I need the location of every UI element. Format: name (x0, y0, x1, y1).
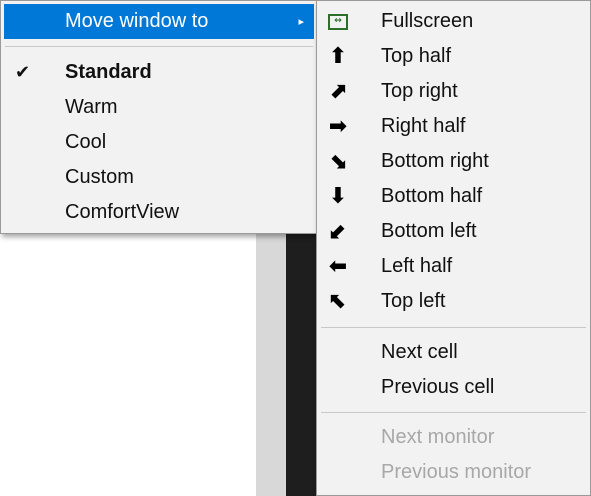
submenu-item-top-half[interactable]: ⬆ Top half (317, 39, 590, 74)
move-window-submenu: ↔ Fullscreen ⬆ Top half ⬈ Top right ➡ Ri… (316, 0, 591, 496)
menu-item-comfortview[interactable]: ComfortView (1, 195, 317, 230)
menu-item-label: Bottom left (381, 220, 477, 242)
submenu-item-top-right[interactable]: ⬈ Top right (317, 74, 590, 109)
menu-item-label: Next cell (381, 341, 458, 363)
arrow-up-icon: ⬆ (328, 43, 348, 69)
menu-item-label: Warm (65, 96, 118, 118)
menu-item-label: Bottom half (381, 185, 483, 207)
arrow-right-icon: ➡ (328, 113, 348, 139)
menu-item-label: ComfortView (65, 201, 180, 223)
submenu-item-next-monitor: Next monitor (317, 420, 590, 455)
menu-separator (321, 327, 586, 328)
submenu-item-left-half[interactable]: ⬅ Left half (317, 249, 590, 284)
menu-item-label: Right half (381, 115, 466, 137)
menu-item-label: Cool (65, 131, 107, 153)
menu-item-label: Previous cell (381, 376, 495, 398)
menu-item-label: Top left (381, 290, 446, 312)
arrow-down-right-icon: ⬊ (328, 148, 348, 174)
menu-item-label: Top half (381, 45, 452, 67)
submenu-item-fullscreen[interactable]: ↔ Fullscreen (317, 4, 590, 39)
menu-item-standard[interactable]: ✔ Standard (1, 55, 317, 90)
menu-item-label: Fullscreen (381, 10, 474, 32)
submenu-item-bottom-half[interactable]: ⬇ Bottom half (317, 179, 590, 214)
menu-item-label: Left half (381, 255, 453, 277)
menu-item-label: Move window to (65, 10, 209, 32)
menu-item-warm[interactable]: Warm (1, 90, 317, 125)
arrow-up-left-icon: ⬉ (328, 288, 348, 314)
menu-item-label: Top right (381, 80, 458, 102)
menu-separator (5, 46, 313, 47)
menu-separator (321, 412, 586, 413)
submenu-item-bottom-right[interactable]: ⬊ Bottom right (317, 144, 590, 179)
menu-item-label: Custom (65, 166, 134, 188)
menu-item-move-window-to[interactable]: Move window to ▸ (4, 4, 314, 39)
submenu-item-bottom-left[interactable]: ⬋ Bottom left (317, 214, 590, 249)
fullscreen-icon: ↔ (328, 13, 348, 30)
submenu-item-previous-monitor: Previous monitor (317, 455, 590, 490)
submenu-item-previous-cell[interactable]: Previous cell (317, 370, 590, 405)
submenu-arrow-icon: ▸ (298, 16, 304, 28)
menu-item-label: Bottom right (381, 150, 489, 172)
menu-item-label: Previous monitor (381, 461, 532, 483)
menu-item-custom[interactable]: Custom (1, 160, 317, 195)
menu-item-label: Standard (65, 61, 152, 83)
submenu-item-next-cell[interactable]: Next cell (317, 335, 590, 370)
submenu-item-top-left[interactable]: ⬉ Top left (317, 284, 590, 319)
arrow-down-icon: ⬇ (328, 183, 348, 209)
arrow-left-icon: ⬅ (328, 253, 348, 279)
checkmark-icon: ✔ (15, 62, 31, 82)
menu-item-cool[interactable]: Cool (1, 125, 317, 160)
arrow-down-left-icon: ⬋ (328, 218, 348, 244)
submenu-item-right-half[interactable]: ➡ Right half (317, 109, 590, 144)
arrow-up-right-icon: ⬈ (328, 78, 348, 104)
menu-item-label: Next monitor (381, 426, 495, 448)
context-menu: Move window to ▸ ✔ Standard Warm Cool Cu… (0, 0, 318, 234)
